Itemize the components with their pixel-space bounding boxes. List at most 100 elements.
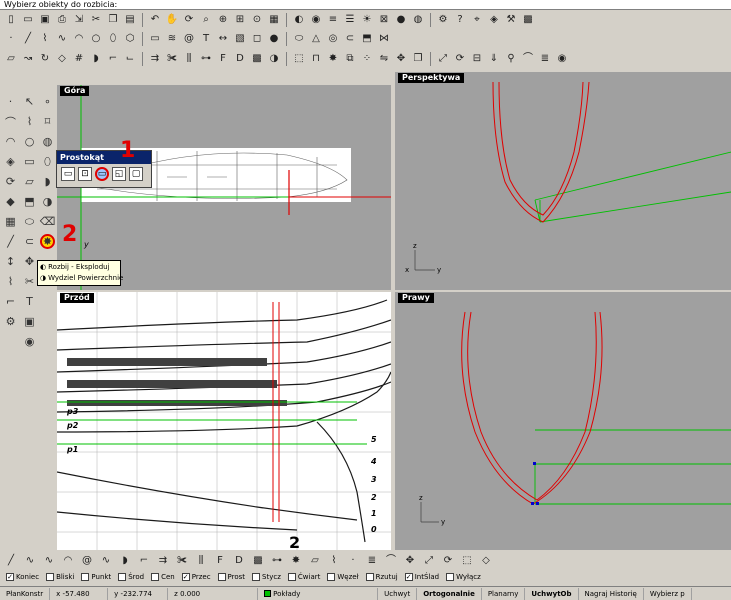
- arc-icon[interactable]: ◠: [3, 134, 18, 149]
- trim-icon[interactable]: ✂: [22, 274, 37, 289]
- print-icon[interactable]: ⎙: [55, 13, 69, 27]
- paste-icon[interactable]: ▤: [123, 13, 137, 27]
- cone-icon[interactable]: △: [309, 32, 323, 46]
- render-icon[interactable]: ◉: [555, 52, 569, 66]
- snap-icon[interactable]: ⌖: [470, 13, 484, 27]
- revolve-icon[interactable]: ↻: [38, 52, 52, 66]
- project-icon[interactable]: ⇓: [487, 52, 501, 66]
- osnap-13[interactable]: Wyłącz: [446, 572, 481, 581]
- lightbulb-icon[interactable]: ☀: [360, 13, 374, 27]
- curvature-icon[interactable]: ⌒: [384, 554, 398, 568]
- checkbox[interactable]: [217, 572, 226, 581]
- eraser-icon[interactable]: ⌫: [40, 214, 56, 229]
- join-icon[interactable]: ⊶: [270, 554, 284, 568]
- pan-icon[interactable]: ✋: [165, 13, 179, 27]
- polygon-icon[interactable]: ⬡: [123, 32, 137, 46]
- tools-icon[interactable]: ⚒: [504, 13, 518, 27]
- help-icon[interactable]: ?: [453, 13, 467, 27]
- transform-icon[interactable]: ⟳: [3, 174, 18, 189]
- dimension-icon[interactable]: ↕: [3, 254, 18, 269]
- rectangle-icon[interactable]: ▭: [22, 154, 37, 169]
- trim-icon[interactable]: ✀: [165, 52, 179, 66]
- zoom-icon[interactable]: ⌕: [199, 13, 213, 27]
- array-icon[interactable]: ⁘: [360, 52, 374, 66]
- point-icon[interactable]: ∘: [40, 94, 55, 109]
- osnap-5[interactable]: Cen: [151, 572, 175, 581]
- curve-icon[interactable]: ∿: [55, 32, 69, 46]
- osnap-1[interactable]: ✓ Koniec: [6, 572, 39, 581]
- move-icon[interactable]: ✥: [22, 254, 37, 269]
- osnap-toggle[interactable]: UchwytOb: [525, 587, 579, 600]
- undo-icon[interactable]: ↶: [148, 13, 162, 27]
- sphere-icon[interactable]: ●: [394, 13, 408, 27]
- explode-icon[interactable]: ✸: [289, 554, 303, 568]
- viewport-front[interactable]: Przód p3 p2 p1 5 4 3 2 1 0 2: [57, 292, 391, 550]
- box-icon[interactable]: ◻: [250, 32, 264, 46]
- polyline-icon[interactable]: ⌇: [3, 274, 18, 289]
- circle-icon[interactable]: ○: [22, 134, 37, 149]
- shell-icon[interactable]: ⬚: [460, 554, 474, 568]
- checkbox[interactable]: [151, 572, 160, 581]
- viewport-right[interactable]: Prawy z y: [395, 292, 731, 550]
- fillet-icon[interactable]: ⌐: [106, 52, 120, 66]
- mesh-icon[interactable]: ▩: [250, 52, 264, 66]
- checkbox[interactable]: [365, 572, 374, 581]
- viewport-title[interactable]: Góra: [60, 86, 90, 96]
- boolean-icon[interactable]: ◑: [267, 52, 281, 66]
- cylinder-icon[interactable]: ⬭: [22, 214, 37, 229]
- layer-indicator[interactable]: Pokłady: [258, 587, 379, 600]
- extrude-icon[interactable]: ⬒: [22, 194, 37, 209]
- rectangle-icon[interactable]: ▭: [148, 32, 162, 46]
- surface-icon[interactable]: ▱: [4, 52, 18, 66]
- blend-icon[interactable]: ◗: [40, 174, 55, 189]
- solid-icon[interactable]: ◆: [3, 194, 18, 209]
- rectangle-3pt-icon[interactable]: ◱: [112, 167, 126, 181]
- polyline-icon[interactable]: ⌇: [327, 554, 341, 568]
- sphere-icon[interactable]: ●: [267, 32, 281, 46]
- arc-icon[interactable]: ◠: [61, 554, 75, 568]
- ellipse-icon[interactable]: ⬯: [106, 32, 120, 46]
- zebra-icon[interactable]: ≣: [538, 52, 552, 66]
- deg-icon[interactable]: D: [232, 554, 246, 568]
- rotate-icon[interactable]: ⟳: [441, 554, 455, 568]
- checkbox[interactable]: ✓: [181, 572, 190, 581]
- copy-icon[interactable]: ❐: [106, 13, 120, 27]
- mirror-icon[interactable]: ⇋: [377, 52, 391, 66]
- hatch-icon[interactable]: ▧: [233, 32, 247, 46]
- rotate-icon[interactable]: ⟳: [453, 52, 467, 66]
- checkbox[interactable]: [81, 572, 90, 581]
- checkbox[interactable]: [287, 572, 296, 581]
- patch-icon[interactable]: ◇: [55, 52, 69, 66]
- patch-icon[interactable]: ◇: [479, 554, 493, 568]
- render-icon[interactable]: ◉: [309, 13, 323, 27]
- dimension-icon[interactable]: ↔: [216, 32, 230, 46]
- pipe-icon[interactable]: ⊂: [343, 32, 357, 46]
- history-toggle[interactable]: Nagraj Historię: [579, 587, 644, 600]
- scale-icon[interactable]: ⤢: [422, 554, 436, 568]
- point-icon[interactable]: ·: [346, 554, 360, 568]
- checkbox[interactable]: [118, 572, 127, 581]
- osnap-8[interactable]: Stycz: [252, 572, 281, 581]
- surface-icon[interactable]: ▱: [22, 174, 37, 189]
- blend-icon[interactable]: ◗: [118, 554, 132, 568]
- viewport-title[interactable]: Prawy: [398, 293, 434, 303]
- cylinder-icon[interactable]: ⬭: [292, 32, 306, 46]
- open-icon[interactable]: ▭: [21, 13, 35, 27]
- text-icon[interactable]: T: [199, 32, 213, 46]
- checkbox[interactable]: [446, 572, 455, 581]
- select-icon[interactable]: ↖: [22, 94, 37, 109]
- layers-icon[interactable]: ≡: [326, 13, 340, 27]
- blend-icon[interactable]: ◗: [89, 52, 103, 66]
- group-icon[interactable]: ▣: [22, 314, 37, 329]
- rectangle-rounded-icon[interactable]: ▢: [129, 167, 143, 181]
- move-icon[interactable]: ✥: [403, 554, 417, 568]
- mesh-icon[interactable]: ▦: [3, 214, 18, 229]
- curve-icon[interactable]: ⌒: [3, 114, 18, 129]
- copy-icon[interactable]: ❐: [411, 52, 425, 66]
- torus-icon[interactable]: ◎: [326, 32, 340, 46]
- surface-icon[interactable]: ▱: [308, 554, 322, 568]
- checkbox[interactable]: [252, 572, 261, 581]
- properties-icon[interactable]: ☰: [343, 13, 357, 27]
- analyze-icon[interactable]: ⚲: [504, 52, 518, 66]
- polyline-icon[interactable]: ⌇: [22, 114, 37, 129]
